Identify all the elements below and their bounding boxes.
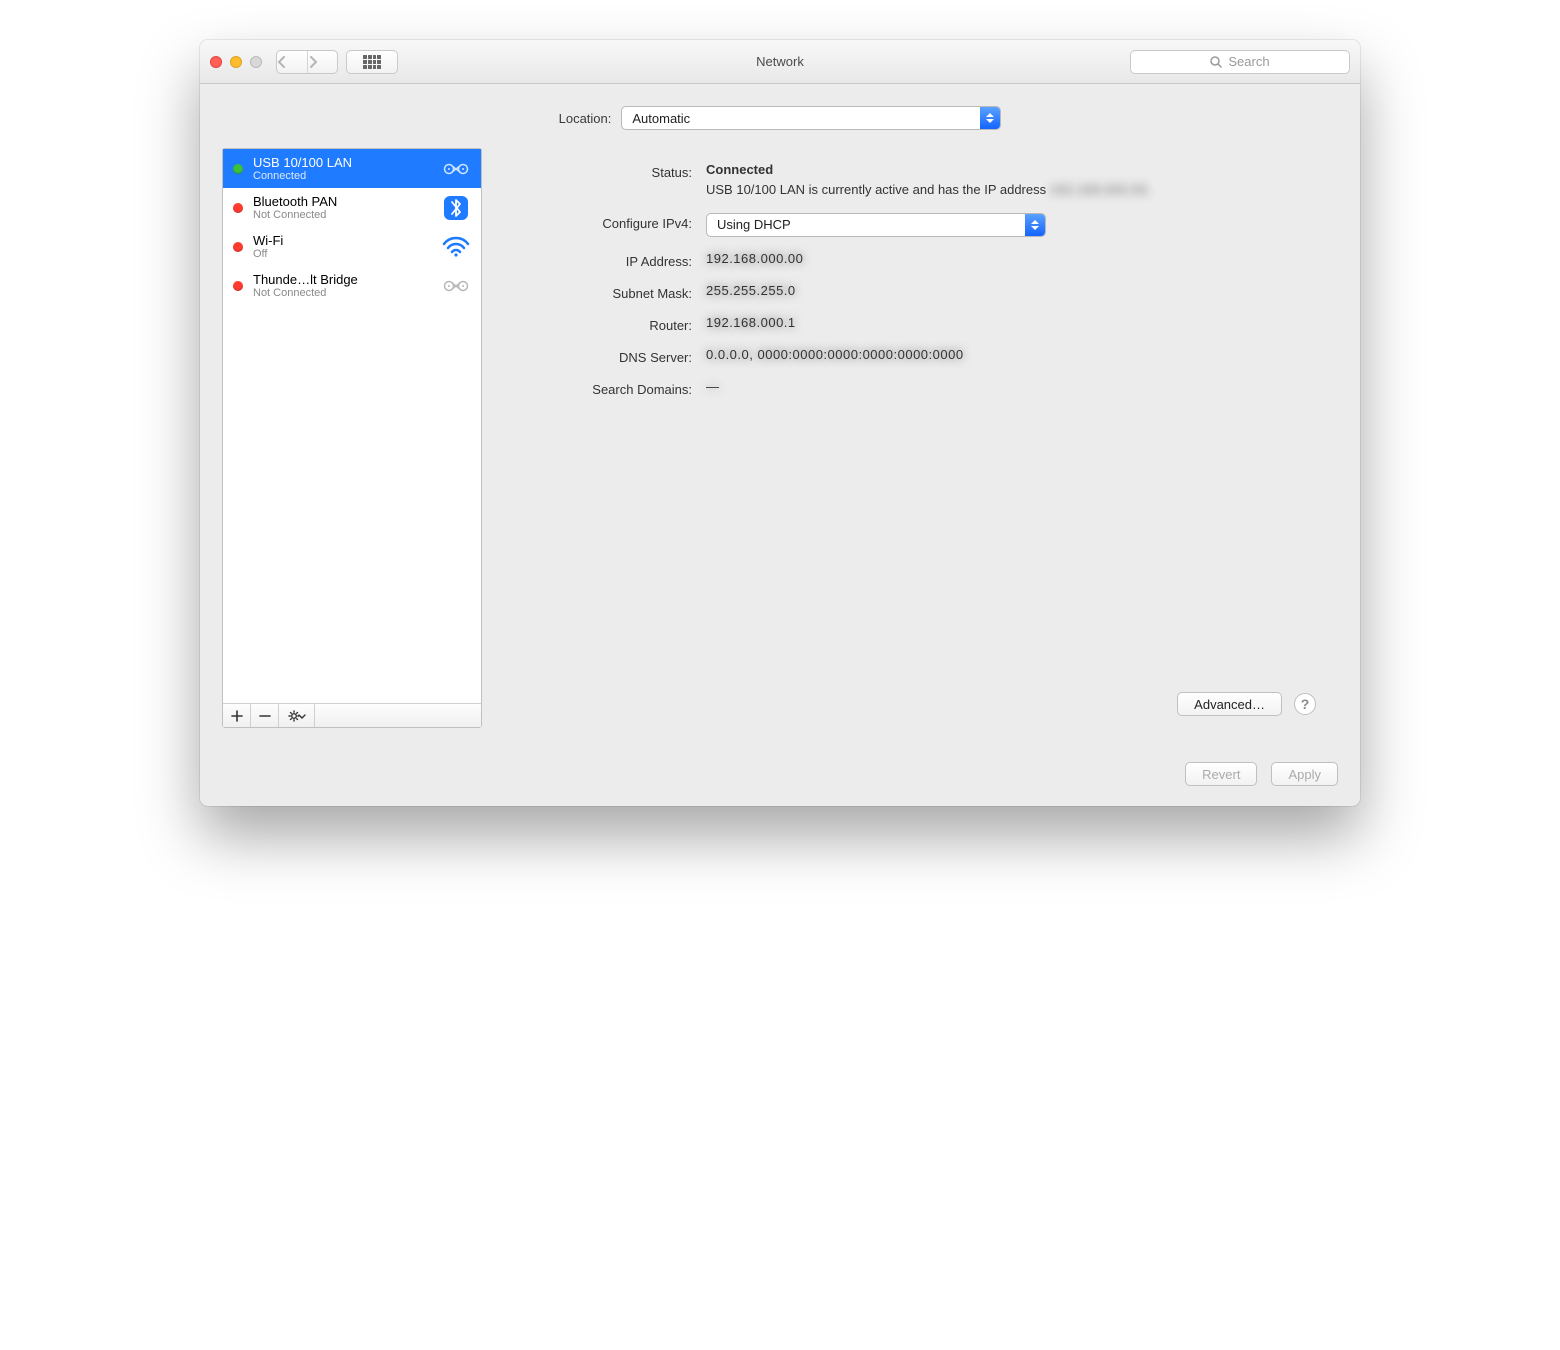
revert-button[interactable]: Revert (1185, 762, 1257, 786)
content: Location: Automatic USB 10/100 LAN Conne… (200, 84, 1360, 748)
status-value: Connected (706, 162, 773, 177)
advanced-button[interactable]: Advanced… (1177, 692, 1282, 716)
configure-ipv4-dropdown[interactable]: Using DHCP (706, 213, 1046, 237)
interface-name: Wi-Fi (253, 233, 431, 248)
status-indicator-icon (233, 281, 243, 291)
router-value: 192.168.000.1 (706, 315, 1316, 330)
status-indicator-icon (233, 242, 243, 252)
location-value: Automatic (622, 111, 980, 126)
status-label: Status: (522, 162, 692, 180)
grid-icon (363, 55, 381, 69)
show-all-button[interactable] (346, 50, 398, 74)
gear-icon (287, 710, 307, 722)
search-placeholder: Search (1228, 54, 1269, 69)
sidebar-item-thunderbolt-bridge[interactable]: Thunde…lt Bridge Not Connected (223, 266, 481, 305)
bottom-button-row: Revert Apply (200, 748, 1360, 806)
close-button[interactable] (210, 56, 222, 68)
router-label: Router: (522, 315, 692, 333)
dns-server-value: 0.0.0.0, 0000:0000:0000:0000:0000:0000 (706, 347, 1316, 362)
interface-status: Not Connected (253, 209, 431, 221)
sidebar-item-bluetooth-pan[interactable]: Bluetooth PAN Not Connected (223, 188, 481, 227)
minimize-button[interactable] (230, 56, 242, 68)
search-domains-value: — (706, 379, 1316, 394)
ethernet-icon (441, 156, 471, 182)
remove-interface-button[interactable] (251, 704, 279, 727)
ip-address-value: 192.168.000.00 (706, 251, 1316, 266)
interface-status: Connected (253, 170, 431, 182)
sidebar-footer (223, 703, 481, 727)
location-label: Location: (559, 111, 612, 126)
network-prefs-window: Network Search Location: Automatic US (200, 40, 1360, 806)
add-interface-button[interactable] (223, 704, 251, 727)
interface-list[interactable]: USB 10/100 LAN Connected (223, 149, 481, 703)
bluetooth-icon (441, 195, 471, 221)
details-pane: Status: Connected USB 10/100 LAN is curr… (500, 148, 1338, 728)
interface-name: USB 10/100 LAN (253, 155, 431, 170)
status-indicator-icon (233, 164, 243, 174)
search-field[interactable]: Search (1130, 50, 1350, 74)
chevron-updown-icon (980, 107, 1000, 129)
zoom-button[interactable] (250, 56, 262, 68)
panes: USB 10/100 LAN Connected (222, 148, 1338, 728)
help-button[interactable]: ? (1294, 693, 1316, 715)
configure-ipv4-label: Configure IPv4: (522, 213, 692, 231)
subnet-mask-value: 255.255.255.0 (706, 283, 1316, 298)
back-button[interactable] (277, 51, 307, 73)
window-controls (210, 56, 262, 68)
plus-icon (231, 710, 243, 722)
interface-sidebar: USB 10/100 LAN Connected (222, 148, 482, 728)
location-row: Location: Automatic (222, 106, 1338, 130)
status-description: USB 10/100 LAN is currently active and h… (706, 181, 1316, 199)
apply-button[interactable]: Apply (1271, 762, 1338, 786)
interface-status: Not Connected (253, 287, 431, 299)
action-menu-button[interactable] (279, 704, 315, 727)
status-desc-ip: 192.168.000.00. (1050, 182, 1151, 197)
dns-server-label: DNS Server: (522, 347, 692, 365)
interface-status: Off (253, 248, 431, 260)
status-indicator-icon (233, 203, 243, 213)
interface-name: Thunde…lt Bridge (253, 272, 431, 287)
chevron-updown-icon (1025, 214, 1045, 236)
nav-group (276, 50, 338, 74)
interface-name: Bluetooth PAN (253, 194, 431, 209)
minus-icon (259, 710, 271, 722)
wifi-icon (441, 234, 471, 260)
configure-ipv4-value: Using DHCP (707, 217, 1025, 232)
ethernet-icon (441, 273, 471, 299)
subnet-mask-label: Subnet Mask: (522, 283, 692, 301)
forward-button[interactable] (307, 51, 337, 73)
location-dropdown[interactable]: Automatic (621, 106, 1001, 130)
search-domains-label: Search Domains: (522, 379, 692, 397)
sidebar-item-wifi[interactable]: Wi-Fi Off (223, 227, 481, 266)
search-icon (1210, 56, 1222, 68)
titlebar: Network Search (200, 40, 1360, 84)
ip-address-label: IP Address: (522, 251, 692, 269)
sidebar-item-usb-lan[interactable]: USB 10/100 LAN Connected (223, 149, 481, 188)
